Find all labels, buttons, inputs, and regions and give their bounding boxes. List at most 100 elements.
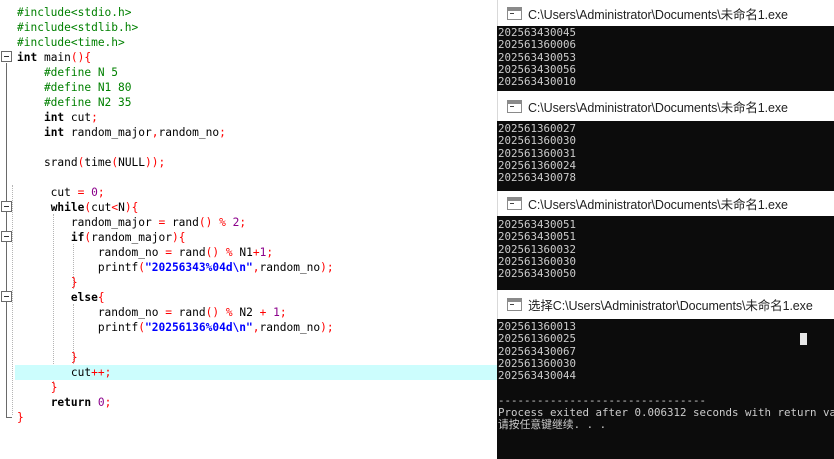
code-line[interactable]: printf("20256343%04d\n",random_no); xyxy=(17,260,334,275)
console-output: 202561360013 202561360025 202563430067 2025… xyxy=(497,319,834,459)
code-line[interactable]: } xyxy=(17,380,334,395)
code-token: if xyxy=(70,231,85,244)
console-app-icon xyxy=(507,298,522,311)
code-line[interactable]: random_no = rand() % N1+1; xyxy=(17,245,334,260)
code-line[interactable]: int cut; xyxy=(17,110,334,125)
code-token: printf xyxy=(17,321,139,334)
code-token: main xyxy=(37,51,71,64)
code-line[interactable]: random_major = rand() % 2; xyxy=(17,215,334,230)
code-token: "20256343%04d\n" xyxy=(145,261,253,274)
fold-toggle-if-icon[interactable] xyxy=(1,231,12,242)
code-line[interactable]: cut++; xyxy=(15,365,497,380)
code-token: else xyxy=(70,291,98,304)
code-token: time xyxy=(84,156,112,169)
code-line[interactable] xyxy=(17,170,334,185)
code-token: random_no xyxy=(17,306,166,319)
code-line[interactable]: while(cut<N){ xyxy=(17,200,334,215)
code-token: } xyxy=(70,276,78,289)
code-token: cut xyxy=(64,111,92,124)
code-line[interactable]: } xyxy=(17,350,334,365)
code-line[interactable]: #include<stdio.h> xyxy=(17,5,334,20)
code-token: "20256136%04d\n" xyxy=(145,321,253,334)
code-line[interactable]: if(random_major){ xyxy=(17,230,334,245)
code-token: ); xyxy=(320,321,334,334)
code-line[interactable]: #include<time.h> xyxy=(17,35,334,50)
console-title: C:\Users\Administrator\Documents\未命名1.ex… xyxy=(528,7,788,22)
code-token: return xyxy=(50,396,92,409)
code-editor[interactable]: #include<stdio.h> #include<stdlib.h> #incl… xyxy=(0,0,497,459)
code-token: , xyxy=(252,321,260,334)
code-line[interactable]: #include<stdlib.h> xyxy=(17,20,334,35)
code-token: ; xyxy=(97,186,105,199)
code-token: #define N 5 xyxy=(17,66,119,79)
code-token: random_no xyxy=(259,261,321,274)
code-line[interactable]: int main(){ xyxy=(17,50,334,65)
code-line[interactable]: #define N 5 xyxy=(17,65,334,80)
code-token: N1 xyxy=(232,246,253,259)
code-token: ( xyxy=(138,321,145,334)
console-titlebar[interactable]: C:\Users\Administrator\Documents\未命名1.ex… xyxy=(497,191,834,216)
fold-toggle-main-icon[interactable] xyxy=(1,51,12,62)
console-title: C:\Users\Administrator\Documents\未命名1.ex… xyxy=(528,198,788,212)
code-token: } xyxy=(70,351,78,364)
code-line[interactable]: cut = 0; xyxy=(17,185,334,200)
code-token: #include<time.h> xyxy=(17,36,125,49)
console-titlebar[interactable]: C:\Users\Administrator\Documents\未命名1.ex… xyxy=(497,91,834,121)
fold-toggle-else-icon[interactable] xyxy=(1,291,12,302)
code-token: 0 xyxy=(91,186,98,199)
code-token: ++; xyxy=(91,366,112,379)
console-window-1[interactable]: C:\Users\Administrator\Documents\未命名1.ex… xyxy=(497,0,834,91)
code-token: N2 xyxy=(232,306,260,319)
code-line[interactable] xyxy=(17,140,334,155)
code-line[interactable]: return 0; xyxy=(17,395,334,410)
code-token: random_no xyxy=(17,246,166,259)
code-line[interactable]: #define N1 80 xyxy=(17,80,334,95)
code-token: NULL xyxy=(118,156,146,169)
code-token: % xyxy=(225,246,233,259)
console-output: 202563430051 202563430051 202561360032 2025… xyxy=(497,216,834,290)
console-titlebar[interactable]: C:\Users\Administrator\Documents\未命名1.ex… xyxy=(497,0,834,26)
code-line[interactable]: } xyxy=(17,410,334,425)
code-token: ){ xyxy=(124,201,139,214)
code-token: random_major xyxy=(17,216,159,229)
code-area[interactable]: #include<stdio.h> #include<stdlib.h> #incl… xyxy=(15,5,497,425)
code-token: int xyxy=(17,51,38,64)
code-line[interactable]: #define N2 35 xyxy=(17,95,334,110)
console-line: 202563430050 xyxy=(498,267,577,281)
console-window-2[interactable]: C:\Users\Administrator\Documents\未命名1.ex… xyxy=(497,91,834,191)
code-token: cut xyxy=(17,186,78,199)
code-token: ); xyxy=(320,261,334,274)
code-line[interactable]: int random_major,random_no; xyxy=(17,125,334,140)
code-line[interactable]: } xyxy=(17,275,334,290)
code-line[interactable]: srand(time(NULL)); xyxy=(17,155,334,170)
code-token: ; xyxy=(104,396,112,409)
code-line[interactable]: random_no = rand() % N2 + 1; xyxy=(17,305,334,320)
code-token: ; xyxy=(279,306,287,319)
code-token: + xyxy=(252,246,260,259)
code-line[interactable]: else{ xyxy=(17,290,334,305)
console-line: 202563430010 xyxy=(498,75,577,89)
code-token: = xyxy=(165,246,172,259)
code-line[interactable] xyxy=(17,335,334,350)
console-titlebar[interactable]: 选择C:\Users\Administrator\Documents\未命名1.… xyxy=(497,290,834,319)
console-app-icon xyxy=(507,6,522,20)
code-token: )); xyxy=(145,156,166,169)
code-token: random_no xyxy=(158,126,220,139)
code-token: ; xyxy=(91,111,98,124)
code-token: ; xyxy=(266,246,274,259)
code-token: { xyxy=(97,291,105,304)
code-token: random_major xyxy=(91,231,172,244)
code-token: ( xyxy=(138,261,145,274)
code-token: () xyxy=(205,246,220,259)
code-token: cut xyxy=(17,366,92,379)
console-window-4[interactable]: 选择C:\Users\Administrator\Documents\未命名1.… xyxy=(497,290,834,459)
fold-toggle-while-icon[interactable] xyxy=(1,201,12,212)
console-window-3[interactable]: C:\Users\Administrator\Documents\未命名1.ex… xyxy=(497,191,834,290)
code-line[interactable]: printf("20256136%04d\n",random_no); xyxy=(17,320,334,335)
